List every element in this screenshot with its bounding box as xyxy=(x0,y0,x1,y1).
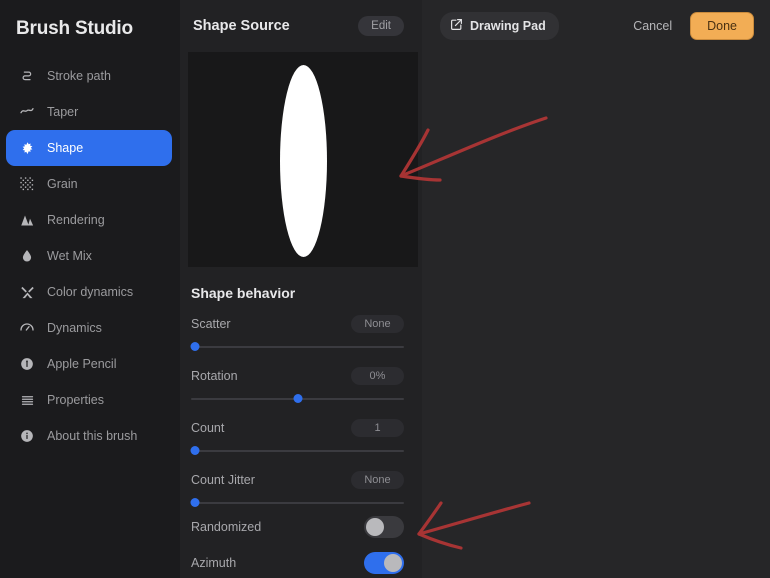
sidebar-item-label: About this brush xyxy=(47,428,138,443)
sidebar-item-label: Grain xyxy=(47,176,78,191)
slider-value[interactable]: None xyxy=(351,315,404,333)
color-dynamics-icon xyxy=(16,285,38,300)
speedometer-icon xyxy=(16,320,38,336)
apple-pencil-icon xyxy=(16,357,38,371)
sidebar-item-label: Dynamics xyxy=(47,320,102,335)
toggle-switch[interactable] xyxy=(364,552,404,574)
slider-knob[interactable] xyxy=(293,394,302,403)
info-circle-icon xyxy=(16,429,38,443)
sidebar-nav: Stroke path Taper Shape Grain Rendering Wet M… xyxy=(0,58,180,454)
drawing-pad-label: Drawing Pad xyxy=(470,19,546,33)
app-title: Brush Studio xyxy=(16,18,133,39)
slider-control-count-jitter: Count Jitter None xyxy=(180,470,422,509)
done-button[interactable]: Done xyxy=(690,12,754,40)
slider-control-rotation: Rotation 0% xyxy=(180,366,422,405)
shape-preview-ellipse xyxy=(280,65,327,257)
sidebar-item-rendering[interactable]: Rendering xyxy=(6,202,172,238)
slider-knob[interactable] xyxy=(190,446,200,455)
edit-button[interactable]: Edit xyxy=(358,16,404,36)
sidebar-item-shape[interactable]: Shape xyxy=(6,130,172,166)
toggle-label: Azimuth xyxy=(191,556,237,570)
sidebar-item-label: Shape xyxy=(47,140,84,155)
slider-label: Count xyxy=(191,421,225,435)
sidebar-item-label: Properties xyxy=(47,392,104,407)
sidebar-item-about-this-brush[interactable]: About this brush xyxy=(6,418,172,454)
canvas-panel: Drawing Pad Cancel Done xyxy=(422,0,770,578)
shape-panel: Shape Source Edit Shape behavior Scatter… xyxy=(180,0,422,578)
slider-track-area[interactable] xyxy=(190,341,404,353)
slider-header: Scatter None xyxy=(191,314,404,334)
shape-source-title: Shape Source xyxy=(193,18,290,34)
slider-label: Rotation xyxy=(191,369,238,383)
sidebar-item-label: Apple Pencil xyxy=(47,356,117,371)
taper-wave-icon xyxy=(16,104,38,120)
slider-track xyxy=(191,502,404,504)
pencil-square-icon xyxy=(450,18,463,34)
toggle-label: Randomized xyxy=(191,520,262,534)
top-toolbar: Drawing Pad Cancel Done xyxy=(422,0,770,52)
sidebar-item-label: Taper xyxy=(47,104,79,119)
slider-label: Scatter xyxy=(191,317,231,331)
sidebar: Brush Studio Stroke path Taper Shape Grain R… xyxy=(0,0,180,578)
shape-burst-icon xyxy=(16,141,38,156)
toggle-row-randomized: Randomized xyxy=(180,509,422,545)
slider-control-scatter: Scatter None xyxy=(180,314,422,353)
slider-value[interactable]: 1 xyxy=(351,419,404,437)
toggle-switch[interactable] xyxy=(364,516,404,538)
slider-control-count: Count 1 xyxy=(180,418,422,457)
list-lines-icon xyxy=(16,393,38,408)
toggle-thumb xyxy=(366,518,384,536)
slider-track-area[interactable] xyxy=(190,497,404,509)
slider-track xyxy=(191,346,404,348)
slider-value[interactable]: 0% xyxy=(351,367,404,385)
slider-track-area[interactable] xyxy=(191,393,404,405)
sidebar-item-label: Wet Mix xyxy=(47,248,92,263)
slider-header: Count Jitter None xyxy=(191,470,404,490)
slider-header: Count 1 xyxy=(191,418,404,438)
toggle-row-azimuth: Azimuth xyxy=(180,545,422,578)
shape-preview[interactable] xyxy=(188,52,418,267)
shape-behavior-title: Shape behavior xyxy=(191,285,296,301)
sidebar-item-label: Stroke path xyxy=(47,68,111,83)
slider-header: Rotation 0% xyxy=(191,366,404,386)
toggle-thumb xyxy=(384,554,402,572)
slider-track-area[interactable] xyxy=(190,445,404,457)
slider-label: Count Jitter xyxy=(191,473,255,487)
sidebar-item-label: Rendering xyxy=(47,212,105,227)
shape-behavior-sliders: Scatter None Rotation 0% Count 1 Count J… xyxy=(180,314,422,509)
cancel-button[interactable]: Cancel xyxy=(627,14,678,38)
sidebar-item-properties[interactable]: Properties xyxy=(6,382,172,418)
slider-knob[interactable] xyxy=(190,498,200,507)
grain-grid-icon xyxy=(16,177,38,191)
slider-track xyxy=(191,450,404,452)
sidebar-item-grain[interactable]: Grain xyxy=(6,166,172,202)
sidebar-item-label: Color dynamics xyxy=(47,284,134,299)
shape-source-header: Shape Source Edit xyxy=(180,0,422,52)
sidebar-item-color-dynamics[interactable]: Color dynamics xyxy=(6,274,172,310)
sidebar-item-taper[interactable]: Taper xyxy=(6,94,172,130)
slider-knob[interactable] xyxy=(190,342,200,351)
sidebar-item-wet-mix[interactable]: Wet Mix xyxy=(6,238,172,274)
drawing-pad-button[interactable]: Drawing Pad xyxy=(440,12,559,40)
sidebar-item-stroke-path[interactable]: Stroke path xyxy=(6,58,172,94)
sidebar-item-dynamics[interactable]: Dynamics xyxy=(6,310,172,346)
shape-behavior-toggles: Randomized Azimuth Flip X xyxy=(180,509,422,578)
droplet-icon xyxy=(16,249,38,263)
sidebar-item-apple-pencil[interactable]: Apple Pencil xyxy=(6,346,172,382)
stroke-path-icon xyxy=(16,69,38,84)
brush-studio-window: Brush Studio Stroke path Taper Shape Grain R… xyxy=(0,0,770,578)
slider-value[interactable]: None xyxy=(351,471,404,489)
rendering-mountain-icon xyxy=(16,213,38,228)
